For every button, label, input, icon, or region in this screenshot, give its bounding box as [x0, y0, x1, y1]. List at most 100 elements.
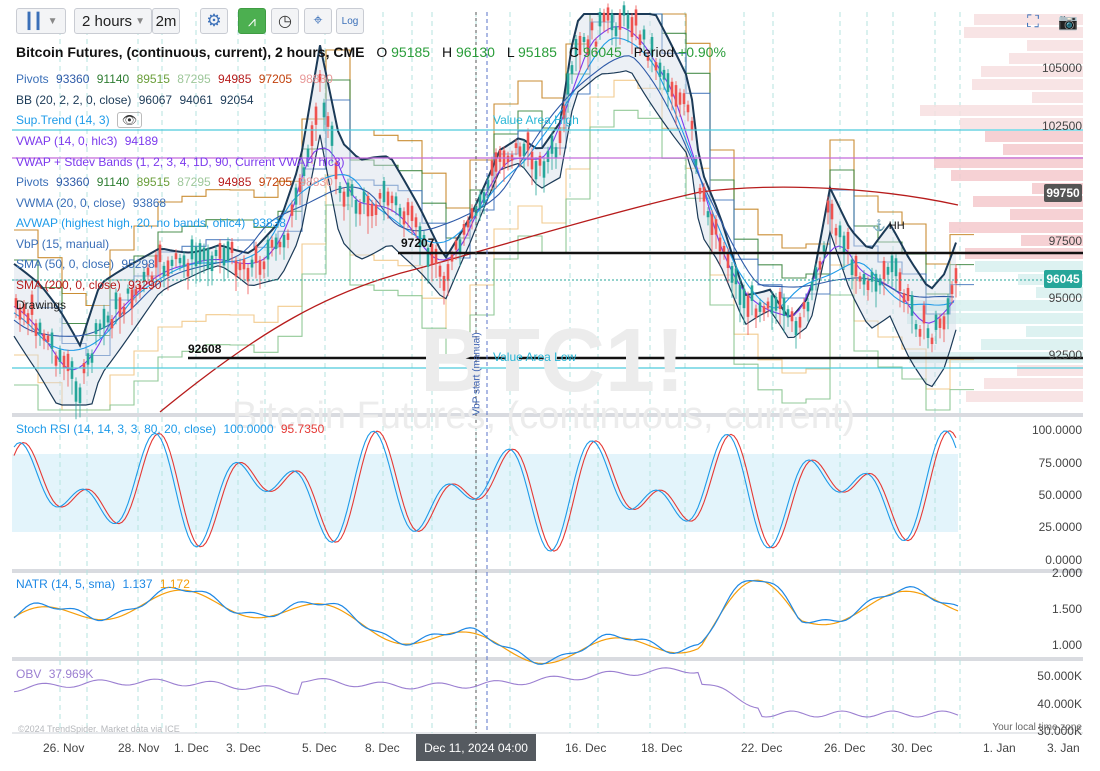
- candle-body: [106, 315, 110, 323]
- legend-pivots-2[interactable]: Pivots 93360 91140 89515 87295 94985 972…: [16, 176, 337, 189]
- candle-body: [118, 297, 122, 317]
- candle-body: [794, 321, 798, 336]
- price-axis-label: 97500: [1048, 234, 1082, 248]
- candle-body: [382, 180, 386, 203]
- candle-body: [90, 353, 94, 363]
- legend-bb[interactable]: BB (20, 2, 2, 0, close) 96067 94061 9205…: [16, 94, 258, 107]
- volume-profile-bar: [920, 105, 1083, 116]
- pane-separator-2[interactable]: [12, 569, 1083, 573]
- candle-body: [438, 265, 442, 277]
- settings-button[interactable]: ⚙: [200, 8, 228, 34]
- trend-icon: ⩘: [248, 12, 256, 29]
- price-axis-label: 102500: [1041, 119, 1082, 133]
- x-axis-label: 3. Jan: [1047, 741, 1080, 755]
- candle-body: [110, 319, 114, 329]
- x-axis-label: 1. Dec: [174, 741, 209, 755]
- legend-supertrend[interactable]: Sup.Trend (14, 3) 👁: [16, 112, 146, 128]
- auto-trendlines-button[interactable]: ⩘: [238, 8, 266, 34]
- obv-label: OBV: [16, 667, 42, 681]
- obv-axis-label: 50.000K: [1037, 669, 1082, 683]
- candle-body: [98, 323, 102, 330]
- candle-body: [346, 182, 350, 197]
- pivot-value: 97205: [258, 72, 293, 86]
- pivot-value: 98830: [299, 175, 333, 189]
- candle-body: [478, 194, 482, 209]
- candle-body: [498, 150, 502, 162]
- eye-icon[interactable]: 👁: [116, 112, 143, 128]
- candle-body: [170, 259, 174, 266]
- price-axis-label: 105000: [1041, 61, 1082, 75]
- period-label: Period: [633, 44, 675, 60]
- pivot-value: 93360: [56, 175, 90, 189]
- candle-body: [78, 387, 82, 404]
- candle-body: [906, 287, 910, 301]
- crosshair-date-label: Dec 11, 2024 04:00: [416, 734, 536, 761]
- candle-body: [414, 217, 418, 228]
- natr-axis-label: 1.500: [1051, 602, 1082, 616]
- copyright-text: ©2024 TrendSpider. Market data via ICE: [18, 724, 180, 734]
- candle-body: [102, 308, 106, 329]
- candle-body: [378, 192, 382, 199]
- candle-body: [50, 332, 54, 349]
- x-axis-label: 26. Dec: [824, 741, 866, 755]
- candle-body: [410, 205, 414, 221]
- candle-body: [366, 195, 370, 217]
- legend-obv[interactable]: OBV 37.969K: [16, 668, 97, 681]
- sma200-label: SMA (200, 0, close): [16, 278, 121, 292]
- vwap-value: 94189: [124, 134, 159, 148]
- legend-vwap-bands[interactable]: VWAP + Stdev Bands (1, 2, 3, 4, 1D, 90, …: [16, 156, 349, 169]
- candle-body: [198, 243, 202, 265]
- natr-signal-line: [13, 579, 959, 665]
- stoch-axis-label: 25.0000: [1038, 520, 1082, 534]
- clock-button[interactable]: ◷: [271, 8, 299, 34]
- candle-body: [54, 355, 58, 366]
- candle-body: [922, 305, 926, 324]
- volume-profile-bar: [1032, 92, 1083, 103]
- stoch-axis-label: 75.0000: [1038, 456, 1082, 470]
- obv-pane[interactable]: [13, 667, 959, 718]
- candle-body: [810, 281, 814, 291]
- timezone-link[interactable]: Your local time zone: [992, 722, 1082, 733]
- stoch-axis-label: 0.0000: [1045, 553, 1082, 567]
- natr-pane[interactable]: [13, 579, 959, 665]
- candle-body: [662, 69, 666, 80]
- legend-natr[interactable]: NATR (14, 5, sma) 1.137 1.172: [16, 578, 194, 591]
- legend-vbp[interactable]: VbP (15, manual): [16, 238, 113, 251]
- legend-vwma[interactable]: VWMA (20, 0, close) 93868: [16, 197, 170, 210]
- legend-stoch-rsi[interactable]: Stoch RSI (14, 14, 3, 3, 80, 20, close) …: [16, 423, 328, 436]
- candle-body: [322, 102, 326, 118]
- pivot-value: 93360: [56, 72, 90, 86]
- value-area-low-label: Value Area Low: [493, 350, 577, 364]
- minutes-button[interactable]: 2m: [152, 8, 180, 34]
- candle-body: [402, 211, 406, 225]
- pane-separator-3[interactable]: [12, 657, 1083, 661]
- candle-body: [742, 288, 746, 309]
- price-badge-upper: 99750: [1044, 184, 1082, 202]
- stoch-label: Stoch RSI (14, 14, 3, 3, 80, 20, close): [16, 422, 217, 436]
- legend-pivots[interactable]: Pivots 93360 91140 89515 87295 94985 972…: [16, 73, 337, 86]
- candle-body: [534, 161, 538, 180]
- interval-label: 2 hours: [82, 12, 133, 30]
- candle-body: [342, 191, 346, 207]
- candle-body: [494, 152, 498, 172]
- camera-icon[interactable]: 📷: [1058, 12, 1078, 32]
- legend-avwap[interactable]: AVWAP (highest high, 20, no bands, ohlc4…: [16, 217, 290, 230]
- candle-body: [314, 106, 318, 125]
- log-scale-button[interactable]: Log: [336, 8, 364, 34]
- open-label: O: [376, 44, 388, 60]
- candle-body: [490, 160, 494, 176]
- legend-sma200[interactable]: SMA (200, 0, close) 93290: [16, 279, 165, 292]
- crosshair-button[interactable]: ⌖: [304, 8, 332, 34]
- interval-select[interactable]: 2 hours ▼: [74, 8, 152, 34]
- legend-sma50[interactable]: SMA (50, 0, close) 95298: [16, 258, 159, 271]
- legend-drawings[interactable]: Drawings: [16, 299, 70, 312]
- x-axis-label: 16. Dec: [565, 741, 607, 755]
- candle-body: [702, 186, 706, 202]
- chart-type-button[interactable]: ┃┃ ▼: [16, 8, 66, 34]
- clock-icon: ◷: [278, 13, 292, 30]
- candle-body: [326, 116, 330, 127]
- candle-body: [894, 258, 898, 277]
- candle-body: [130, 289, 134, 309]
- fullscreen-icon[interactable]: ⛶: [1027, 12, 1039, 32]
- legend-vwap[interactable]: VWAP (14, 0, hlc3) 94189: [16, 135, 162, 148]
